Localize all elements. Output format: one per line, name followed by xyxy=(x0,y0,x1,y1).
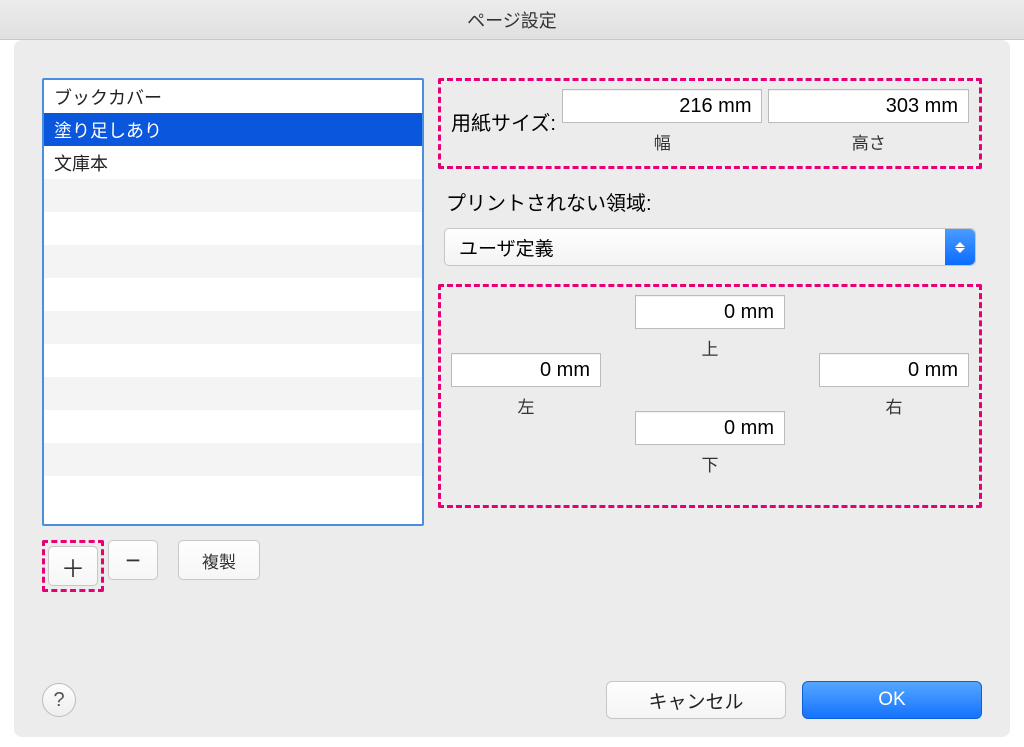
margin-bottom-caption: 下 xyxy=(702,451,719,476)
dropdown-value: ユーザ定義 xyxy=(459,234,554,261)
paper-width-input[interactable] xyxy=(562,89,763,123)
preset-item-empty[interactable] xyxy=(44,443,422,476)
margin-top-caption: 上 xyxy=(702,335,719,360)
dialog-sheet: ブックカバー 塗り足しあり 文庫本 ＋ − 複製 xyxy=(14,40,1010,737)
preset-item-empty[interactable] xyxy=(44,476,422,509)
paper-height-input[interactable] xyxy=(768,89,969,123)
remove-preset-button[interactable]: − xyxy=(108,540,158,580)
add-preset-button[interactable]: ＋ xyxy=(48,546,98,586)
preset-item-empty[interactable] xyxy=(44,179,422,212)
duplicate-preset-button[interactable]: 複製 xyxy=(178,540,260,580)
preset-item-empty[interactable] xyxy=(44,344,422,377)
preset-item-empty[interactable] xyxy=(44,212,422,245)
window-titlebar: ページ設定 xyxy=(0,0,1024,40)
paper-width-caption: 幅 xyxy=(654,129,671,154)
preset-item[interactable]: 文庫本 xyxy=(44,146,422,179)
margin-left-caption: 左 xyxy=(518,393,535,418)
preset-list[interactable]: ブックカバー 塗り足しあり 文庫本 xyxy=(42,78,424,526)
chevron-up-down-icon xyxy=(945,229,975,265)
margin-bottom-input[interactable] xyxy=(635,411,785,445)
preset-item-empty[interactable] xyxy=(44,278,422,311)
preset-item[interactable]: 塗り足しあり xyxy=(44,113,422,146)
margin-left-input[interactable] xyxy=(451,353,601,387)
preset-item[interactable]: ブックカバー xyxy=(44,80,422,113)
margin-right-caption: 右 xyxy=(886,393,903,418)
preset-item-empty[interactable] xyxy=(44,410,422,443)
ok-button[interactable]: OK xyxy=(802,681,982,719)
margin-right-input[interactable] xyxy=(819,353,969,387)
paper-height-caption: 高さ xyxy=(852,129,886,154)
cancel-button[interactable]: キャンセル xyxy=(606,681,786,719)
margin-preset-dropdown[interactable]: ユーザ定義 xyxy=(444,228,976,266)
preset-item-empty[interactable] xyxy=(44,245,422,278)
margin-top-input[interactable] xyxy=(635,295,785,329)
window-title: ページ設定 xyxy=(467,7,557,33)
preset-item-empty[interactable] xyxy=(44,377,422,410)
non-printable-label: プリントされない領域: xyxy=(446,187,982,216)
help-button[interactable]: ? xyxy=(42,683,76,717)
preset-item-empty[interactable] xyxy=(44,311,422,344)
paper-size-label: 用紙サイズ: xyxy=(451,107,556,136)
